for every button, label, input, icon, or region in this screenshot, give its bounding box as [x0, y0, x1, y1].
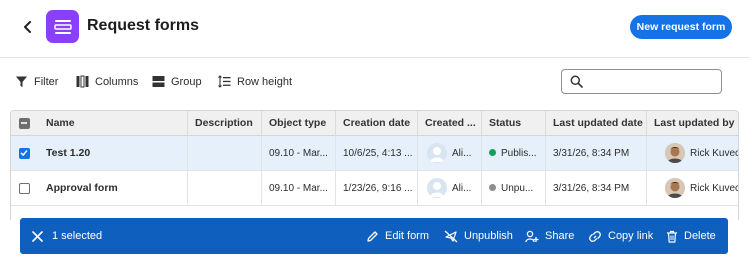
new-request-form-button[interactable]: New request form: [630, 15, 732, 39]
column-header-description[interactable]: Description: [187, 111, 261, 136]
share-label: Share: [545, 230, 575, 242]
avatar: [665, 143, 685, 163]
page-title: Request forms: [87, 17, 200, 34]
columns-label: Columns: [95, 75, 139, 88]
updated-by-name: Rick Kuvec: [690, 148, 739, 159]
filter-icon: [16, 76, 27, 87]
form-name[interactable]: Approval form: [39, 171, 187, 206]
unpublish-label: Unpublish: [464, 230, 513, 242]
column-header-created-by[interactable]: Created ...: [417, 111, 481, 136]
filter-label: Filter: [34, 75, 59, 88]
user-photo-icon: [665, 143, 685, 163]
columns-button[interactable]: Columns: [76, 75, 138, 88]
form-created-by: Ali...: [417, 136, 481, 171]
form-last-updated-by: Rick Kuvec: [646, 136, 739, 171]
search-field[interactable]: [561, 69, 722, 94]
unpublish-icon: [444, 230, 458, 242]
user-icon: [430, 182, 444, 197]
chevron-left-icon: [24, 21, 31, 33]
column-header-last-updated-date[interactable]: Last updated date: [545, 111, 646, 136]
form-last-updated-date: 3/31/26, 8:34 PM: [545, 136, 646, 171]
row-checkbox[interactable]: [19, 148, 30, 159]
form-creation-date: 10/6/25, 4:13 ...: [335, 136, 417, 171]
form-status: Publis...: [481, 136, 545, 171]
column-header-object-type[interactable]: Object type: [261, 111, 335, 136]
row-height-label: Row height: [237, 75, 293, 88]
search-input[interactable]: [588, 73, 716, 90]
form-list-icon: [53, 19, 72, 34]
user-icon: [430, 147, 444, 162]
avatar: [427, 143, 447, 163]
trash-icon: [667, 230, 677, 243]
column-header-status[interactable]: Status: [481, 111, 545, 136]
group-button[interactable]: Group: [152, 75, 202, 88]
unpublish-button[interactable]: Unpublish: [444, 218, 513, 254]
table-row[interactable]: Approval form 09.10 - Mar... 1/23/26, 9:…: [11, 171, 739, 206]
share-user-icon: [525, 230, 539, 242]
group-label: Group: [171, 75, 202, 88]
search-icon: [570, 75, 583, 88]
copy-link-label: Copy link: [608, 230, 654, 242]
form-description: [187, 171, 261, 206]
row-height-icon: [218, 75, 231, 88]
share-button[interactable]: Share: [525, 218, 574, 254]
select-all-checkbox[interactable]: [19, 118, 30, 129]
user-photo-icon: [665, 178, 685, 198]
columns-icon: [76, 75, 89, 88]
filter-button[interactable]: Filter: [15, 75, 58, 88]
form-creation-date: 1/23/26, 9:16 ...: [335, 171, 417, 206]
checkmark-icon: [20, 150, 28, 157]
column-header-creation-date[interactable]: Creation date: [335, 111, 417, 136]
pencil-icon: [367, 230, 378, 242]
row-checkbox[interactable]: [19, 183, 30, 194]
page-header: Request forms New request form: [0, 0, 750, 58]
request-forms-table: Name Description Object type Creation da…: [10, 110, 739, 220]
status-label: Unpu...: [501, 183, 534, 194]
status-dot-icon: [489, 149, 496, 156]
edit-form-label: Edit form: [385, 230, 430, 242]
column-header-name[interactable]: Name: [39, 111, 187, 136]
delete-label: Delete: [684, 230, 716, 242]
edit-form-button[interactable]: Edit form: [366, 218, 429, 254]
form-last-updated-date: 3/31/26, 8:34 PM: [545, 171, 646, 206]
created-by-name: Ali...: [452, 148, 472, 159]
form-name[interactable]: Test 1.20: [39, 136, 187, 171]
table-header-row: Name Description Object type Creation da…: [11, 111, 738, 136]
row-height-button[interactable]: Row height: [218, 75, 292, 88]
indeterminate-icon: [21, 122, 27, 124]
back-button[interactable]: [20, 19, 36, 35]
form-created-by: Ali...: [417, 171, 481, 206]
created-by-name: Ali...: [452, 183, 472, 194]
clear-selection-button[interactable]: [32, 218, 43, 254]
bulk-action-bar: 1 selected Edit form Unpublish Share Cop…: [20, 218, 728, 254]
delete-button[interactable]: Delete: [666, 218, 716, 254]
selected-count: 1 selected: [52, 230, 103, 242]
form-last-updated-by: Rick Kuvec: [646, 171, 739, 206]
column-header-last-updated-by[interactable]: Last updated by: [646, 111, 738, 136]
avatar: [665, 178, 685, 198]
status-dot-icon: [489, 184, 496, 191]
form-status: Unpu...: [481, 171, 545, 206]
form-object-type: 09.10 - Mar...: [261, 171, 335, 206]
copy-link-button[interactable]: Copy link: [588, 218, 653, 254]
link-icon: [589, 230, 601, 242]
close-icon: [32, 230, 43, 242]
form-object-type: 09.10 - Mar...: [261, 136, 335, 171]
updated-by-name: Rick Kuvec: [690, 183, 739, 194]
table-row[interactable]: Test 1.20 09.10 - Mar... 10/6/25, 4:13 .…: [11, 136, 739, 171]
form-description: [187, 136, 261, 171]
status-label: Publis...: [501, 148, 537, 159]
group-icon: [152, 76, 165, 87]
request-forms-app-icon: [46, 10, 79, 43]
avatar: [427, 178, 447, 198]
